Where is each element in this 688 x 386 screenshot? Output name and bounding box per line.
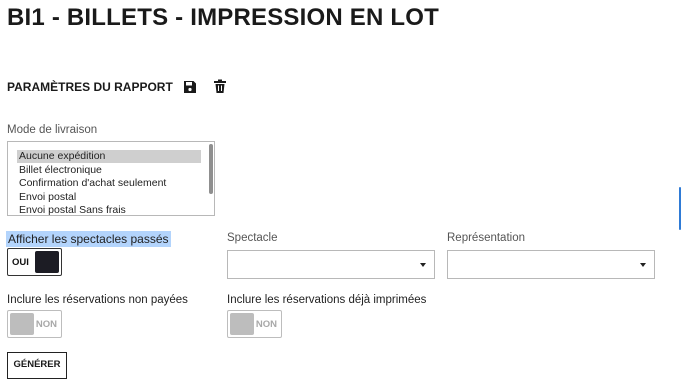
trash-icon[interactable] xyxy=(213,79,227,93)
toggle-knob xyxy=(230,313,254,335)
spectacle-select[interactable] xyxy=(227,250,435,279)
toggle-knob xyxy=(10,313,34,335)
toggle-knob xyxy=(35,251,59,273)
unpaid-label: Inclure les réservations non payées xyxy=(7,294,188,306)
listbox-scrollbar[interactable] xyxy=(209,144,213,194)
delivery-option-postal[interactable]: Envoi postal xyxy=(17,191,201,204)
page-title: BI1 - BILLETS - IMPRESSION EN LOT xyxy=(7,4,439,31)
unpaid-toggle[interactable]: NON xyxy=(7,310,62,338)
already-printed-toggle-text: NON xyxy=(255,319,277,330)
past-shows-toggle[interactable]: OUI xyxy=(7,248,62,276)
chevron-down-icon xyxy=(420,263,426,267)
delivery-option-postal-free[interactable]: Envoi postal Sans frais xyxy=(17,204,201,215)
generate-button[interactable]: GÉNÉRER xyxy=(7,352,67,379)
unpaid-toggle-text: NON xyxy=(35,319,57,330)
representation-label: Représentation xyxy=(447,232,525,244)
delivery-option-none[interactable]: Aucune expédition xyxy=(17,150,201,163)
page-scrollbar[interactable] xyxy=(679,187,681,230)
delivery-option-eticket[interactable]: Billet électronique xyxy=(17,164,201,177)
report-params-title: PARAMÈTRES DU RAPPORT xyxy=(7,80,173,94)
delivery-mode-listbox[interactable]: Aucune expédition Billet électronique Co… xyxy=(7,141,215,216)
past-shows-toggle-text: OUI xyxy=(12,257,29,268)
floppy-disk-icon[interactable] xyxy=(183,80,197,94)
delivery-mode-label: Mode de livraison xyxy=(7,124,98,136)
delivery-option-confirmation[interactable]: Confirmation d'achat seulement xyxy=(17,177,201,190)
spectacle-label: Spectacle xyxy=(227,232,278,244)
chevron-down-icon xyxy=(640,263,646,267)
past-shows-label: Afficher les spectacles passés xyxy=(6,231,171,247)
already-printed-toggle[interactable]: NON xyxy=(227,310,282,338)
representation-select[interactable] xyxy=(447,250,655,279)
already-printed-label: Inclure les réservations déjà imprimées xyxy=(227,294,427,306)
